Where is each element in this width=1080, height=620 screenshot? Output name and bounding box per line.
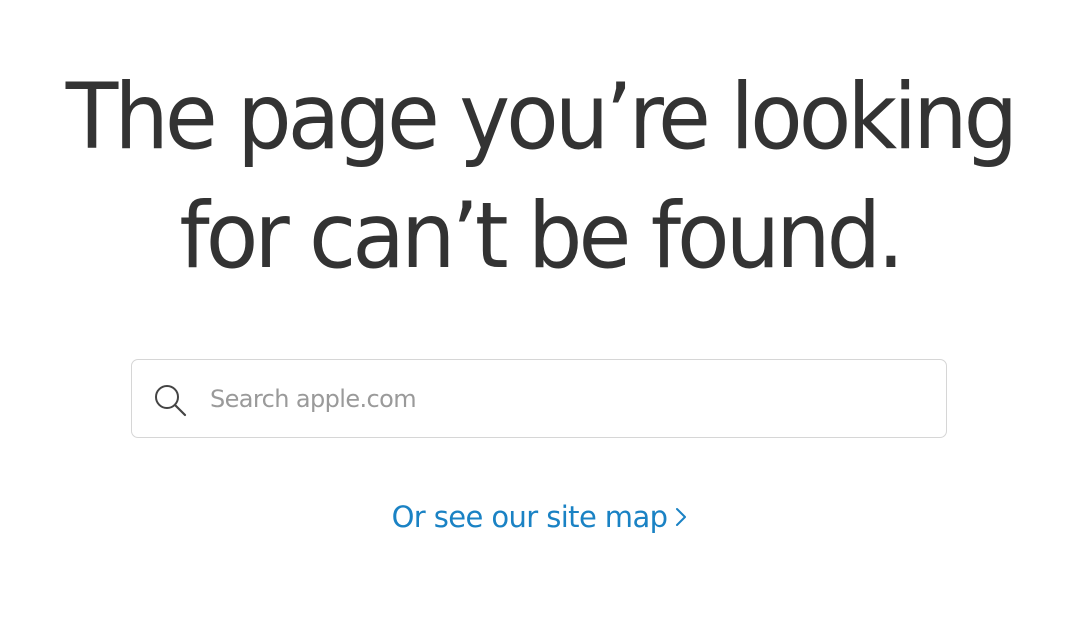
search-box[interactable]: [131, 359, 947, 438]
search-icon[interactable]: [152, 382, 188, 418]
search-input[interactable]: [210, 374, 910, 424]
page-title: The page you’re looking for can’t be fou…: [0, 58, 1080, 295]
site-map-link[interactable]: Or see our site map: [0, 500, 1080, 535]
page-title-line-2: for can’t be found.: [179, 183, 904, 290]
chevron-right-icon: [675, 501, 688, 535]
not-found-page: The page you’re looking for can’t be fou…: [0, 0, 1080, 620]
site-map-link-label: Or see our site map: [391, 500, 668, 534]
page-title-line-1: The page you’re looking: [65, 64, 1018, 171]
